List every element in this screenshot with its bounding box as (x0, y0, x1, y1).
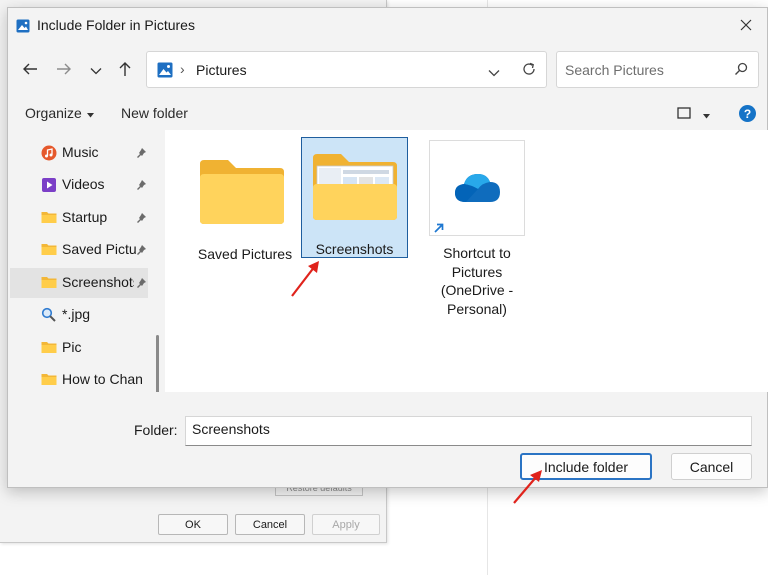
nav-item-label: Music (62, 144, 99, 160)
file-item-label-line: Pictures (451, 263, 503, 280)
navigation-bar: › Pictures Search Pictures (8, 44, 767, 92)
nav-item-label: How to Chang (62, 371, 142, 387)
dialog-title: Include Folder in Pictures (37, 17, 195, 33)
pin-icon (136, 178, 147, 194)
dialog-footer: Folder: Screenshots Include folder Cance… (8, 392, 767, 504)
search-box[interactable]: Search Pictures (556, 51, 759, 88)
pin-icon (136, 243, 147, 259)
close-button[interactable] (729, 12, 763, 40)
folder-icon (41, 275, 57, 292)
new-folder-button[interactable]: New folder (121, 105, 188, 121)
ok-button[interactable]: OK (158, 514, 228, 535)
file-item-label-line: Shortcut to (443, 245, 511, 261)
chevron-down-icon[interactable] (488, 64, 500, 80)
folder-icon (41, 340, 57, 357)
caret-down-icon (86, 105, 94, 121)
breadcrumb-location[interactable]: Pictures (196, 62, 247, 78)
folder-icon (41, 242, 57, 259)
nav-item-startup[interactable]: Startup (10, 203, 148, 233)
file-item-label-line: (OneDrive - (440, 282, 514, 298)
navigation-pane: Music Videos Startup Saved Pictu Screens… (8, 130, 162, 392)
include-folder-dialog: Include Folder in Pictures › Pictures Se… (7, 7, 768, 504)
pin-icon (136, 211, 147, 227)
nav-item-label: *.jpg (62, 306, 91, 322)
organize-label: Organize (25, 105, 82, 121)
music-icon (41, 145, 57, 164)
pictures-library-icon (16, 19, 30, 36)
shortcut-thumbnail (429, 140, 525, 236)
address-bar[interactable]: › Pictures (146, 51, 547, 88)
folder-with-screenshot-icon (311, 152, 399, 225)
shortcut-arrow-icon (432, 221, 446, 238)
annotation-arrow-icon (513, 470, 542, 504)
file-item-label: Shortcut to Pictures (OneDrive - Persona… (422, 244, 532, 318)
change-view-button[interactable] (677, 106, 710, 122)
view-options-icon (677, 106, 691, 122)
nav-item-jpg-search[interactable]: *.jpg (10, 300, 148, 330)
nav-item-label: Screenshots (62, 274, 134, 290)
nav-item-screenshots[interactable]: Screenshots (10, 268, 148, 298)
arrow-right-icon (56, 62, 72, 79)
folder-field-label: Folder: (134, 422, 178, 438)
nav-item-label: Startup (62, 209, 108, 225)
organize-menu[interactable]: Organize (25, 105, 94, 121)
cancel-button[interactable]: Cancel (671, 453, 752, 480)
refresh-button[interactable] (519, 60, 539, 80)
onedrive-cloud-icon (452, 170, 502, 207)
search-icon[interactable] (734, 62, 748, 79)
arrow-left-icon (22, 62, 38, 79)
pictures-library-icon (157, 62, 173, 81)
refresh-icon (521, 61, 537, 80)
folder-name-input[interactable]: Screenshots (185, 416, 752, 446)
back-button[interactable] (19, 59, 41, 81)
video-icon (41, 177, 57, 196)
folder-icon (41, 372, 57, 389)
command-bar: Organize New folder ? (8, 92, 767, 130)
nav-item-music[interactable]: Music (10, 138, 148, 168)
file-item-saved-pictures[interactable]: Saved Pictures (186, 140, 304, 262)
folder-icon (41, 210, 57, 227)
caret-down-icon (703, 106, 710, 122)
arrow-up-icon (118, 61, 132, 80)
annotation-arrow-icon (291, 261, 319, 297)
file-item-screenshots[interactable]: Screenshots (301, 137, 408, 258)
title-bar: Include Folder in Pictures (8, 8, 767, 44)
background-cancel-button[interactable]: Cancel (235, 514, 305, 535)
nav-item-saved-pictures[interactable]: Saved Pictu (10, 235, 148, 265)
help-button[interactable]: ? (739, 105, 756, 122)
nav-item-pic[interactable]: Pic (10, 333, 148, 363)
chevron-down-icon (90, 62, 102, 78)
help-icon: ? (743, 106, 752, 121)
nav-item-label: Saved Pictu (62, 241, 137, 257)
file-item-label-line: Personal) (447, 300, 507, 317)
close-icon (740, 18, 752, 34)
nav-item-how-to-change[interactable]: How to Chang (10, 365, 148, 392)
pin-icon (136, 146, 147, 162)
nav-item-label: Pic (62, 339, 82, 355)
apply-button: Apply (312, 514, 380, 535)
file-item-label: Screenshots (315, 241, 394, 257)
forward-button[interactable] (53, 59, 75, 81)
nav-item-videos[interactable]: Videos (10, 170, 148, 200)
folder-icon (198, 158, 286, 229)
navigation-scrollbar[interactable] (156, 335, 159, 392)
search-icon (41, 307, 57, 326)
file-item-label: Saved Pictures (197, 246, 293, 262)
up-button[interactable] (114, 59, 136, 81)
file-list: Saved Pictures Screenshots Shortcut to P… (165, 130, 768, 392)
pin-icon (136, 276, 147, 292)
recent-locations-button[interactable] (85, 59, 107, 81)
breadcrumb-separator: › (180, 61, 185, 77)
nav-item-label: Videos (62, 176, 105, 192)
search-placeholder: Search Pictures (565, 62, 664, 78)
file-item-onedrive-shortcut[interactable]: Shortcut to Pictures (OneDrive - Persona… (422, 140, 532, 317)
